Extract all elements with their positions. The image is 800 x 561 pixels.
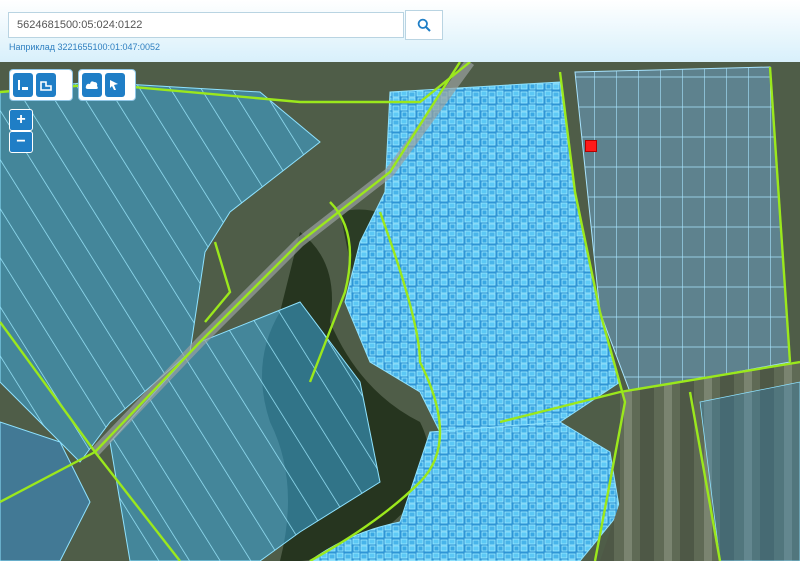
search-button[interactable] (405, 10, 443, 40)
map-canvas[interactable] (0, 62, 800, 561)
selected-parcel-marker[interactable] (585, 140, 597, 152)
tool-toolbar (78, 69, 136, 101)
search-icon (417, 18, 431, 32)
layer-plot-icon[interactable] (13, 73, 33, 97)
layer-toolbar (9, 69, 73, 101)
cloud-icon[interactable] (82, 73, 102, 97)
search-input[interactable]: 5624681500:05:024:0122 (8, 12, 404, 38)
map-view[interactable] (0, 62, 800, 561)
cloud-icon-svg (85, 81, 98, 89)
cursor-icon-svg (110, 80, 118, 90)
layer-plot-icon-svg (18, 80, 28, 90)
zoom-in-button[interactable]: + (9, 109, 33, 131)
zoom-out-button[interactable]: − (9, 131, 33, 153)
cursor-icon[interactable] (105, 73, 125, 97)
layer-boundary-icon[interactable] (36, 73, 56, 97)
search-hint: Наприклад 3221655100:01:047:0052 (9, 42, 161, 52)
layer-boundary-icon-svg (40, 81, 52, 91)
